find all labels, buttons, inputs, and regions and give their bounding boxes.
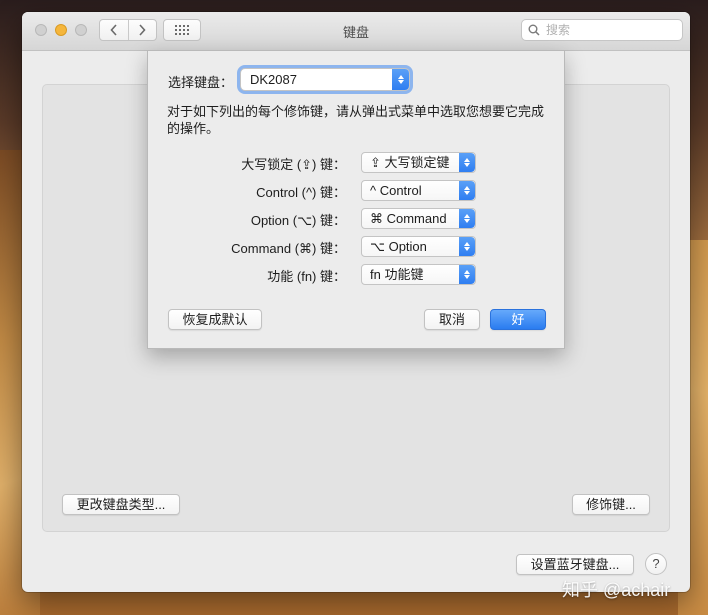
fn-label: 功能 (fn) 键： (267, 269, 346, 284)
fn-select[interactable]: fn 功能键 (361, 264, 476, 285)
change-keyboard-type-button[interactable]: 更改键盘类型... (62, 494, 180, 515)
search-input[interactable] (544, 22, 678, 38)
keyboard-select[interactable]: DK2087 (240, 68, 410, 91)
option-label: Option (⌥) 键： (250, 213, 346, 228)
select-keyboard-label: 选择键盘： (168, 75, 234, 90)
caps-lock-select-value: ⇪ 大写锁定键 (370, 155, 450, 170)
sheet-description: 对于如下列出的每个修饰键，请从弹出式菜单中选取您想要它完成的操作。 (167, 104, 545, 136)
control-label: Control (^) 键： (256, 185, 346, 200)
keyboard-select-value: DK2087 (250, 72, 297, 87)
cancel-button[interactable]: 取消 (424, 309, 480, 330)
modifier-keys-button[interactable]: 修饰键... (572, 494, 650, 515)
title-bar: 键盘 (22, 12, 690, 51)
search-field[interactable] (521, 19, 683, 41)
select-stepper-icon (392, 69, 409, 90)
watermark: 知乎 @achair (562, 580, 671, 600)
modifier-keys-sheet: 选择键盘： DK2087 对于如下列出的每个修饰键，请从弹出式菜单中选取您想要它… (147, 50, 565, 349)
option-select-value: ⌘ Command (370, 211, 447, 226)
restore-defaults-button[interactable]: 恢复成默认 (168, 309, 262, 330)
ok-button[interactable]: 好 (490, 309, 546, 330)
search-icon (528, 24, 540, 36)
command-select[interactable]: ⌥ Option (361, 236, 476, 257)
command-label: Command (⌘) 键： (231, 241, 346, 256)
fn-select-value: fn 功能键 (370, 267, 424, 282)
option-select[interactable]: ⌘ Command (361, 208, 476, 229)
select-stepper-icon (459, 153, 475, 172)
select-stepper-icon (459, 181, 475, 200)
select-stepper-icon (459, 237, 475, 256)
control-select[interactable]: ^ Control (361, 180, 476, 201)
caps-lock-label: 大写锁定 (⇪) 键： (241, 157, 346, 172)
command-select-value: ⌥ Option (370, 239, 427, 254)
help-button[interactable]: ? (645, 553, 667, 575)
select-stepper-icon (459, 209, 475, 228)
select-stepper-icon (459, 265, 475, 284)
setup-bluetooth-keyboard-button[interactable]: 设置蓝牙键盘... (516, 554, 634, 575)
caps-lock-select[interactable]: ⇪ 大写锁定键 (361, 152, 476, 173)
control-select-value: ^ Control (370, 183, 422, 198)
